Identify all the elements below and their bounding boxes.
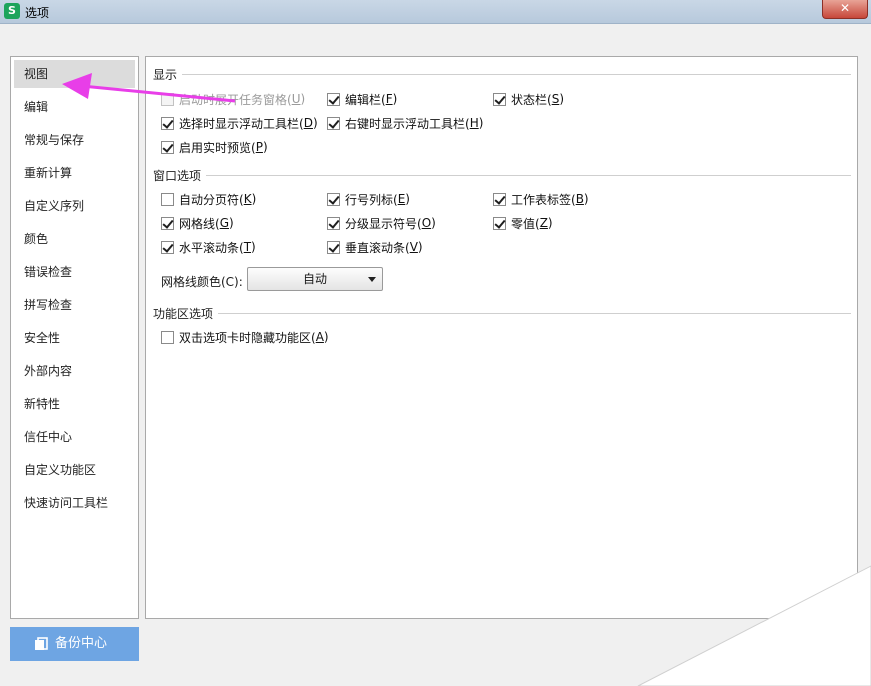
sidebar-item-error-check[interactable]: 错误检查: [14, 258, 135, 286]
options-sidebar: 视图 编辑 常规与保存 重新计算 自定义序列 颜色 错误检查 拼写检查 安全性 …: [10, 56, 139, 619]
chevron-down-icon: [368, 277, 376, 282]
sidebar-item-view[interactable]: 视图: [14, 60, 135, 88]
wps-app-icon: S: [4, 3, 20, 19]
sidebar-item-edit[interactable]: 编辑: [14, 93, 135, 121]
group-title-window-options: 窗口选项: [153, 169, 202, 183]
checkbox-float-toolbar-select[interactable]: 选择时显示浮动工具栏(D): [161, 115, 318, 131]
checkbox-outline-symbols[interactable]: 分级显示符号(O): [327, 215, 436, 231]
sidebar-item-spell-check[interactable]: 拼写检查: [14, 291, 135, 319]
checkbox-startup-taskpane[interactable]: 启动时展开任务窗格(U): [161, 91, 305, 107]
options-panel: 显示 启动时展开任务窗格(U) 编辑栏(F) 状态栏(S) 选择时显示浮动工具栏…: [145, 56, 858, 619]
group-title-display: 显示: [153, 68, 178, 82]
backup-icon: [35, 637, 48, 650]
checkbox-box[interactable]: [161, 240, 174, 254]
gridline-color-value: 自动: [302, 272, 327, 286]
group-divider: [182, 74, 851, 75]
sidebar-item-custom-ribbon[interactable]: 自定义功能区: [14, 456, 135, 484]
group-title-ribbon-options: 功能区选项: [153, 307, 214, 321]
window-title: 选项: [25, 6, 50, 20]
sidebar-item-custom-lists[interactable]: 自定义序列: [14, 192, 135, 220]
checkbox-box[interactable]: [161, 92, 174, 106]
checkbox-box[interactable]: [161, 116, 174, 130]
checkbox-formula-bar[interactable]: 编辑栏(F): [327, 91, 397, 107]
checkbox-box[interactable]: [327, 92, 340, 106]
dialog-client: 视图 编辑 常规与保存 重新计算 自定义序列 颜色 错误检查 拼写检查 安全性 …: [0, 24, 871, 686]
group-divider: [218, 313, 851, 314]
title-bar: S 选项 ✕: [0, 0, 871, 24]
sidebar-item-general-save[interactable]: 常规与保存: [14, 126, 135, 154]
sidebar-item-security[interactable]: 安全性: [14, 324, 135, 352]
sidebar-item-trust-center[interactable]: 信任中心: [14, 423, 135, 451]
checkbox-vertical-scrollbar[interactable]: 垂直滚动条(V): [327, 239, 423, 255]
gridline-color-label: 网格线颜色(C):: [161, 275, 243, 289]
checkbox-float-toolbar-rightclick[interactable]: 右键时显示浮动工具栏(H): [327, 115, 483, 131]
checkbox-box[interactable]: [327, 192, 340, 206]
backup-center-label: 备份中心: [55, 636, 108, 651]
checkbox-box[interactable]: [161, 330, 174, 344]
sidebar-item-external-content[interactable]: 外部内容: [14, 357, 135, 385]
checkbox-box[interactable]: [327, 116, 340, 130]
sidebar-item-quick-access[interactable]: 快速访问工具栏: [14, 489, 135, 517]
checkbox-box[interactable]: [493, 192, 506, 206]
sidebar-item-new-features[interactable]: 新特性: [14, 390, 135, 418]
checkbox-horizontal-scrollbar[interactable]: 水平滚动条(T): [161, 239, 256, 255]
checkbox-gridlines[interactable]: 网格线(G): [161, 215, 234, 231]
ok-button-partial[interactable]: [698, 669, 738, 686]
checkbox-box[interactable]: [493, 216, 506, 230]
checkbox-box[interactable]: [327, 240, 340, 254]
close-button[interactable]: ✕: [822, 0, 868, 19]
gridline-color-select[interactable]: 自动: [247, 267, 383, 291]
checkbox-box[interactable]: [161, 192, 174, 206]
sidebar-item-recalc[interactable]: 重新计算: [14, 159, 135, 187]
checkbox-box[interactable]: [161, 140, 174, 154]
backup-center-button[interactable]: 备份中心: [10, 627, 139, 661]
checkbox-zero-values[interactable]: 零值(Z): [493, 215, 553, 231]
sidebar-item-color[interactable]: 颜色: [14, 225, 135, 253]
checkbox-box[interactable]: [327, 216, 340, 230]
checkbox-live-preview[interactable]: 启用实时预览(P): [161, 139, 268, 155]
checkbox-sheet-tabs[interactable]: 工作表标签(B): [493, 191, 589, 207]
group-divider: [206, 175, 851, 176]
checkbox-row-col-headers[interactable]: 行号列标(E): [327, 191, 410, 207]
checkbox-page-breaks[interactable]: 自动分页符(K): [161, 191, 256, 207]
checkbox-box[interactable]: [493, 92, 506, 106]
checkbox-status-bar[interactable]: 状态栏(S): [493, 91, 564, 107]
checkbox-dblclick-hide-ribbon[interactable]: 双击选项卡时隐藏功能区(A): [161, 329, 329, 345]
checkbox-box[interactable]: [161, 216, 174, 230]
